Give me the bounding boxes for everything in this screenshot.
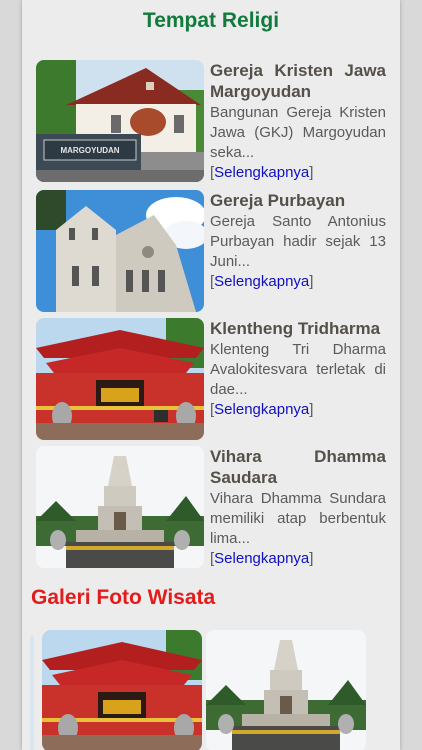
selengkapnya-link[interactable]: Selengkapnya (214, 401, 309, 418)
gallery-photo-temple[interactable] (42, 630, 202, 750)
more-link: [Selengkapnya] (210, 550, 314, 567)
card-description: Klenteng Tri Dharma Avalokitesvara terle… (210, 341, 386, 398)
section-title-galeri: Galeri Foto Wisata (31, 586, 216, 609)
card-title[interactable]: Klentheng Tridharma (210, 318, 386, 339)
vihara-stupa-photo[interactable] (36, 446, 204, 568)
more-link: [Selengkapnya] (210, 164, 314, 181)
church-margoyudan-image: MARGOYUDAN (36, 60, 204, 182)
chinese-temple-photo[interactable] (36, 318, 204, 440)
card-description: Vihara Dhamma Sundara memiliki atap berb… (210, 490, 386, 547)
card-description: Bangunan Gereja Kristen Jawa (GKJ) Margo… (210, 104, 386, 161)
selengkapnya-link[interactable]: Selengkapnya (214, 273, 309, 290)
selengkapnya-link[interactable]: Selengkapnya (214, 164, 309, 181)
church-purbayan-photo[interactable] (36, 190, 204, 312)
list-item-vihara-dhamma-saudara[interactable]: Vihara Dhamma Saudara Vihara Dhamma Sund… (36, 446, 388, 568)
list-item-klentheng-tridharma[interactable]: Klentheng Tridharma Klenteng Tri Dharma … (36, 318, 388, 440)
list-item-gereja-purbayan[interactable]: Gereja Purbayan Gereja Santo Antonius Pu… (36, 190, 388, 312)
photo-gallery[interactable] (22, 630, 400, 750)
card-description: Gereja Santo Antonius Purbayan hadir sej… (210, 213, 386, 270)
card-title[interactable]: Vihara Dhamma Saudara (210, 446, 386, 488)
gallery-photo-vihara[interactable] (206, 630, 366, 750)
section-title-religi: Tempat Religi (142, 9, 280, 32)
list-item-gereja-margoyudan[interactable]: MARGOYUDAN Gereja Kristen Jawa Margoyuda… (36, 60, 388, 182)
card-title[interactable]: Gereja Kristen Jawa Margoyudan (210, 60, 386, 102)
selengkapnya-link[interactable]: Selengkapnya (214, 550, 309, 567)
more-link: [Selengkapnya] (210, 401, 314, 418)
church-margoyudan-photo[interactable]: MARGOYUDAN (36, 60, 204, 182)
margoyudan-sign-text: MARGOYUDAN (60, 146, 119, 155)
more-link: [Selengkapnya] (210, 273, 314, 290)
gallery-previous-edge (30, 636, 34, 750)
content-page: Tempat Religi MARGOYUDAN Gereja Kristen … (22, 0, 400, 750)
card-title[interactable]: Gereja Purbayan (210, 190, 386, 211)
